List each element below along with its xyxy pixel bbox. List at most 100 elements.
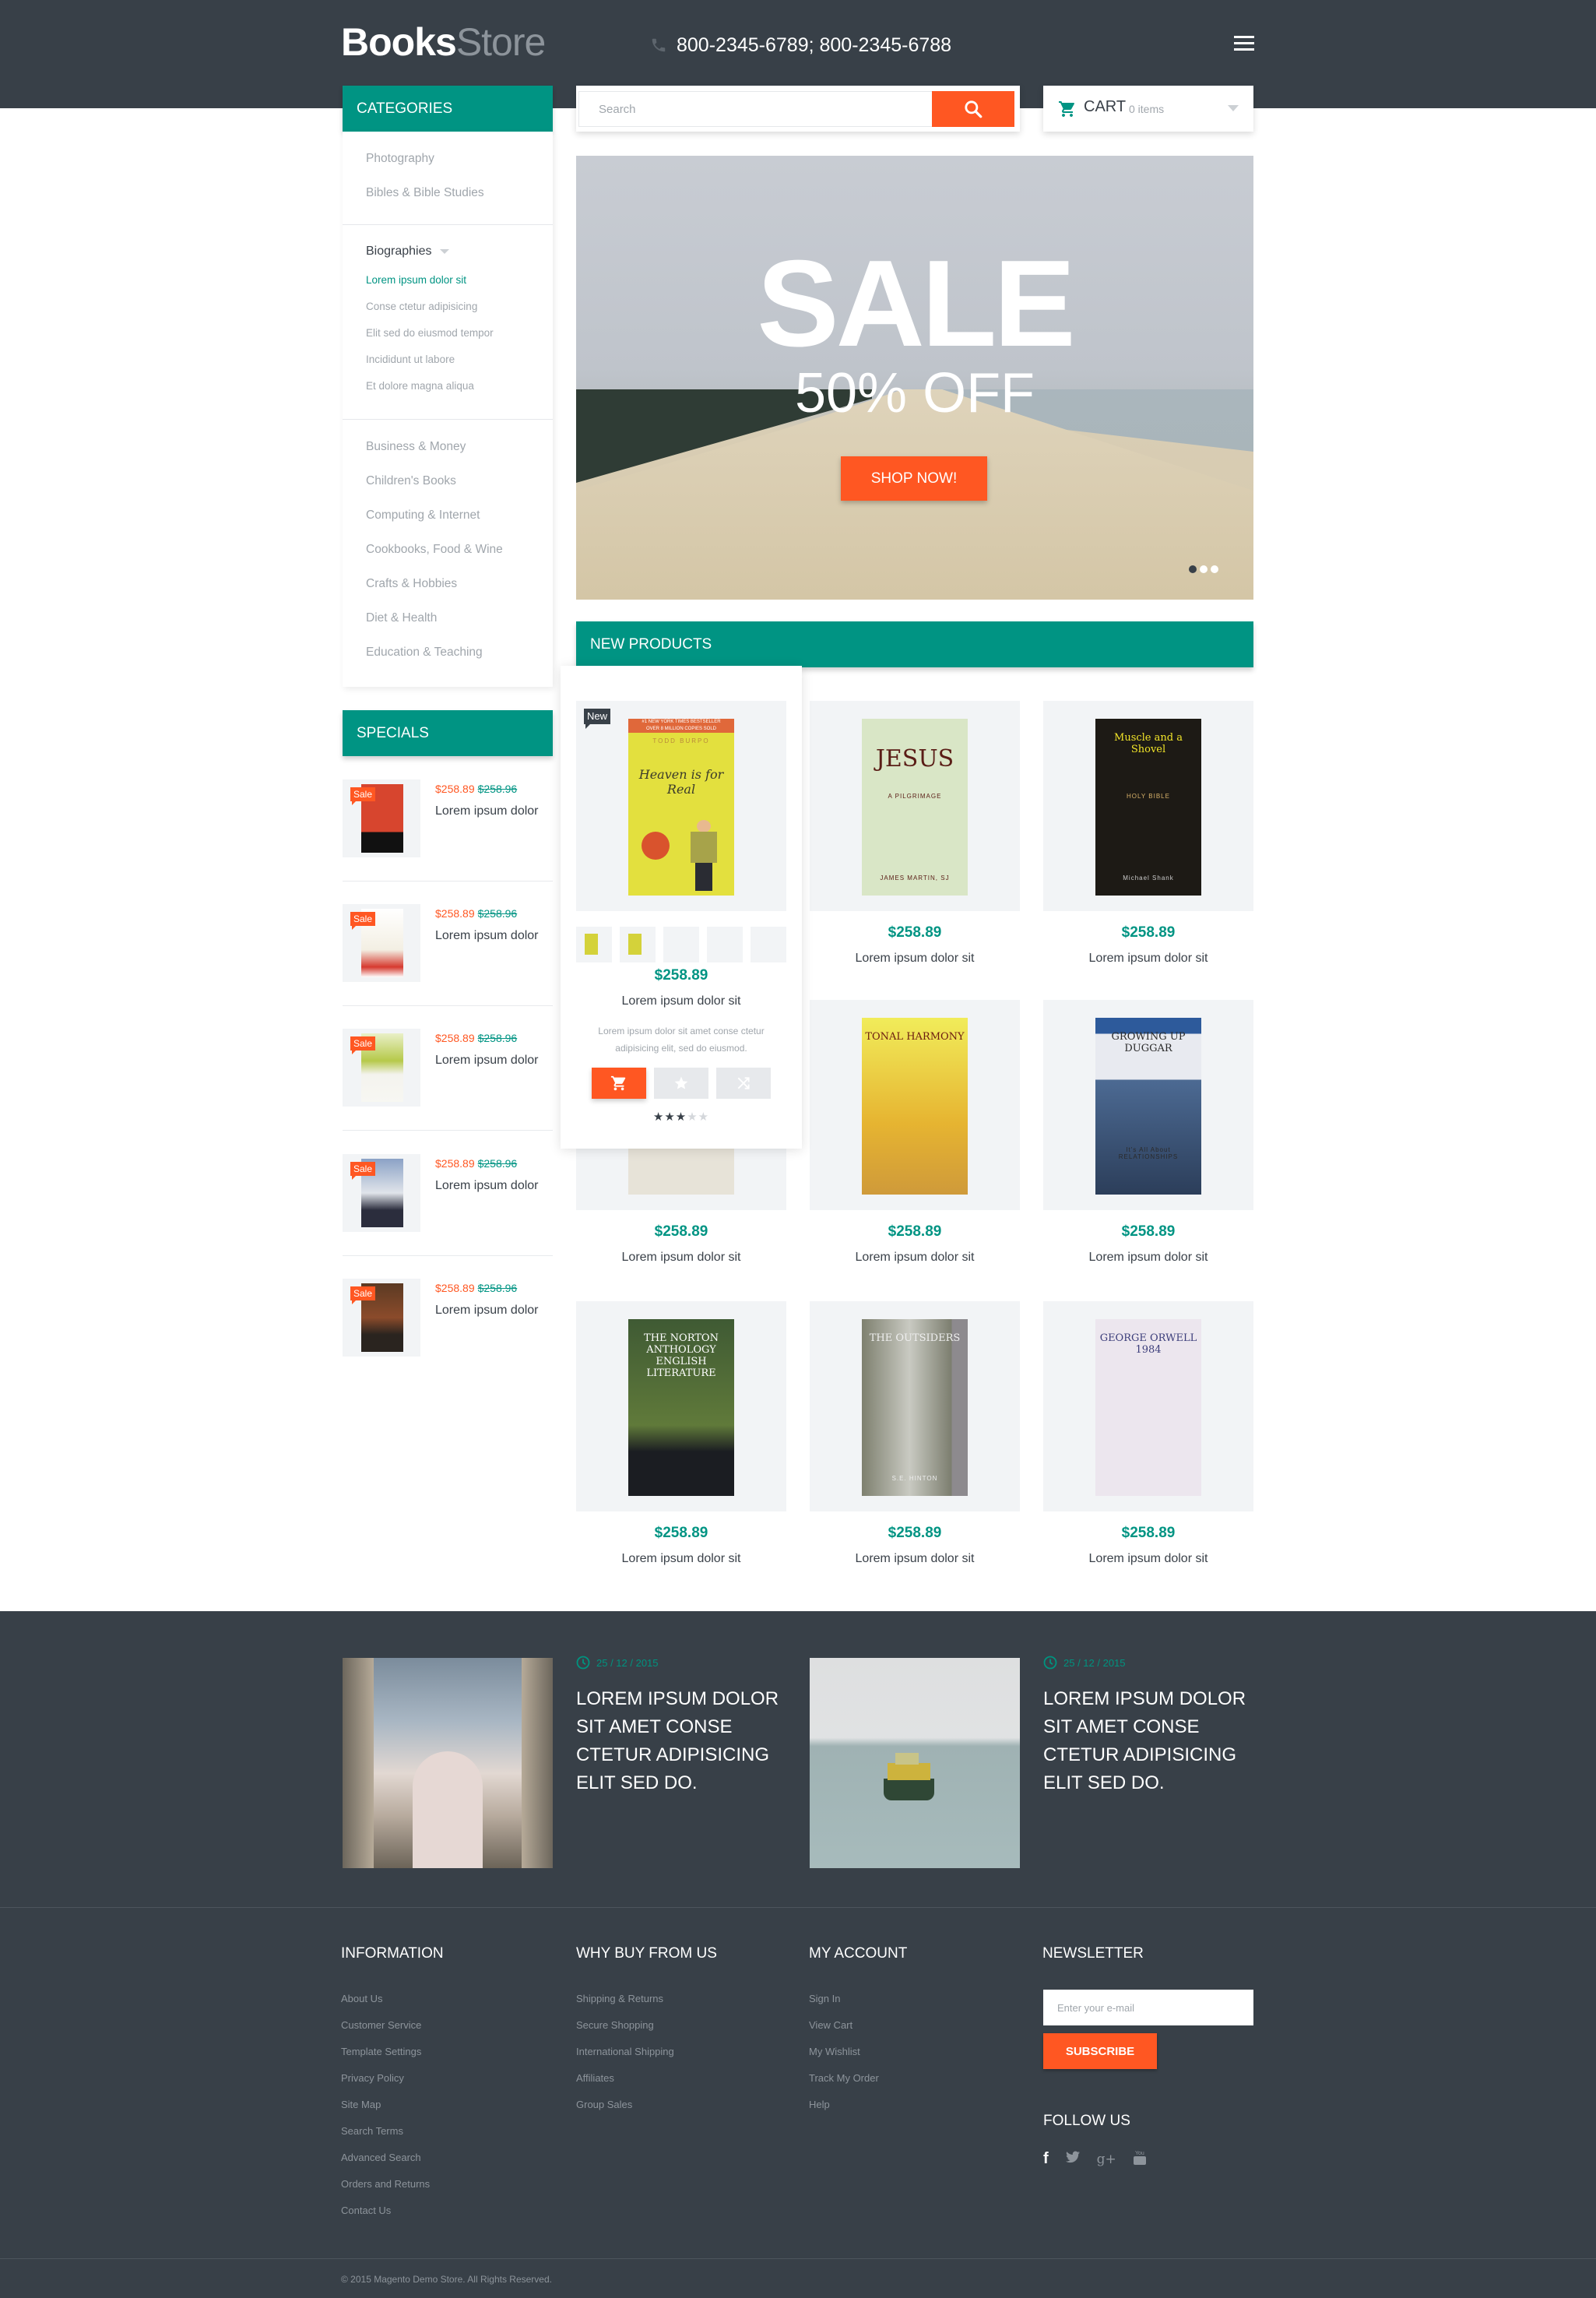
- footer-link[interactable]: Group Sales: [576, 2092, 717, 2118]
- footer-link[interactable]: Search Terms: [341, 2118, 444, 2145]
- product-card-expanded[interactable]: #1 NEW YORK TIMES BESTSELLER OVER 8 MILLI…: [561, 666, 802, 1149]
- product-image[interactable]: THE OUTSIDERS S.E. HINTON: [810, 1301, 1020, 1511]
- blog-title[interactable]: LOREM IPSUM DOLOR SIT AMET CONSE CTETUR …: [576, 1685, 786, 1797]
- thumbnail[interactable]: [576, 927, 612, 962]
- product-name[interactable]: Lorem ipsum dolor sit: [576, 994, 786, 1008]
- category-item[interactable]: Photography: [366, 152, 434, 166]
- footer-link[interactable]: About Us: [341, 1986, 444, 2012]
- special-item[interactable]: Sale $258.89 $258.96 Lorem ipsum dolor: [343, 779, 553, 857]
- category-item[interactable]: Computing & Internet: [366, 509, 480, 523]
- category-item[interactable]: Children's Books: [366, 474, 456, 488]
- product-image[interactable]: Muscle and a Shovel HOLY BIBLE Michael Sha…: [1043, 701, 1253, 911]
- product-image[interactable]: GEORGE ORWELL 1984: [1043, 1301, 1253, 1511]
- subcategory-item[interactable]: Incididunt ut labore: [366, 354, 455, 365]
- facebook-icon[interactable]: f: [1043, 2150, 1049, 2168]
- slider-dot[interactable]: [1189, 565, 1197, 573]
- footer-link[interactable]: Sign In: [809, 1986, 907, 2012]
- product-name[interactable]: Lorem ipsum dolor sit: [1043, 1552, 1253, 1566]
- thumbnail[interactable]: [751, 927, 786, 962]
- twitter-icon[interactable]: [1065, 2151, 1080, 2167]
- subcategory-item[interactable]: Et dolore magna aliqua: [366, 380, 474, 392]
- special-item[interactable]: Sale $258.89 $258.96 Lorem ipsum dolor: [343, 1029, 553, 1107]
- category-item[interactable]: Business & Money: [366, 440, 466, 454]
- hamburger-menu-icon[interactable]: [1234, 36, 1254, 53]
- category-item[interactable]: Cookbooks, Food & Wine: [366, 543, 503, 557]
- add-to-cart-button[interactable]: [592, 1068, 646, 1099]
- subcategory-item[interactable]: Elit sed do eiusmod tempor: [366, 327, 494, 339]
- product-name[interactable]: Lorem ipsum dolor sit: [810, 952, 1020, 966]
- special-name[interactable]: Lorem ipsum dolor: [435, 1179, 539, 1193]
- product-name[interactable]: Lorem ipsum dolor sit: [1043, 952, 1253, 966]
- special-name[interactable]: Lorem ipsum dolor: [435, 1304, 539, 1318]
- thumbnail[interactable]: [707, 927, 743, 962]
- product-image[interactable]: JESUS A PILGRIMAGE JAMES MARTIN, SJ: [810, 701, 1020, 911]
- youtube-icon[interactable]: You: [1133, 2149, 1146, 2169]
- product-name[interactable]: Lorem ipsum dolor sit: [810, 1552, 1020, 1566]
- newsletter-email-input[interactable]: [1043, 1990, 1253, 2025]
- thumbnail[interactable]: [620, 927, 656, 962]
- category-item[interactable]: Crafts & Hobbies: [366, 577, 457, 591]
- special-thumb[interactable]: Sale: [343, 779, 420, 857]
- product-name[interactable]: Lorem ipsum dolor sit: [576, 1251, 786, 1265]
- footer-link[interactable]: Shipping & Returns: [576, 1986, 717, 2012]
- special-thumb[interactable]: Sale: [343, 1154, 420, 1232]
- product-image[interactable]: #1 NEW YORK TIMES BESTSELLER OVER 8 MILLI…: [576, 701, 786, 911]
- product-name[interactable]: Lorem ipsum dolor sit: [1043, 1251, 1253, 1265]
- special-thumb[interactable]: Sale: [343, 1029, 420, 1107]
- shop-now-button[interactable]: SHOP NOW!: [841, 456, 987, 501]
- search-input[interactable]: [578, 91, 933, 127]
- search-button[interactable]: [932, 91, 1014, 127]
- footer-link[interactable]: Secure Shopping: [576, 2012, 717, 2039]
- slider-dot[interactable]: [1200, 565, 1208, 573]
- footer-link[interactable]: International Shipping: [576, 2039, 717, 2065]
- cart-dropdown[interactable]: CART 0 items: [1043, 86, 1253, 132]
- logo[interactable]: BooksStore: [341, 19, 546, 65]
- special-name[interactable]: Lorem ipsum dolor: [435, 1054, 539, 1068]
- star-empty-icon[interactable]: ★: [698, 1110, 709, 1124]
- special-name[interactable]: Lorem ipsum dolor: [435, 929, 539, 943]
- product-image[interactable]: THE NORTON ANTHOLOGY ENGLISH LITERATURE: [576, 1301, 786, 1511]
- footer-link[interactable]: Customer Service: [341, 2012, 444, 2039]
- hero-banner[interactable]: SALE 50% OFF SHOP NOW!: [576, 156, 1253, 600]
- special-name[interactable]: Lorem ipsum dolor: [435, 804, 539, 818]
- category-item[interactable]: Education & Teaching: [366, 646, 483, 660]
- category-item[interactable]: Bibles & Bible Studies: [366, 186, 484, 200]
- subcategory-item[interactable]: Conse ctetur adipisicing: [366, 301, 477, 312]
- star-empty-icon[interactable]: ★: [687, 1110, 698, 1124]
- special-thumb[interactable]: Sale: [343, 1279, 420, 1357]
- footer-link[interactable]: Contact Us: [341, 2198, 444, 2224]
- star-filled-icon[interactable]: ★: [653, 1110, 664, 1124]
- footer-link[interactable]: Advanced Search: [341, 2145, 444, 2171]
- footer-link[interactable]: View Cart: [809, 2012, 907, 2039]
- add-to-compare-button[interactable]: [716, 1068, 771, 1099]
- footer-link[interactable]: Template Settings: [341, 2039, 444, 2065]
- product-name[interactable]: Lorem ipsum dolor sit: [576, 1552, 786, 1566]
- special-thumb[interactable]: Sale: [343, 904, 420, 982]
- subscribe-button[interactable]: SUBSCRIBE: [1043, 2033, 1157, 2069]
- footer-link[interactable]: Orders and Returns: [341, 2171, 444, 2198]
- footer-link[interactable]: Affiliates: [576, 2065, 717, 2092]
- blog-image[interactable]: [343, 1658, 553, 1868]
- footer-link[interactable]: My Wishlist: [809, 2039, 907, 2065]
- slider-dot[interactable]: [1211, 565, 1218, 573]
- special-item[interactable]: Sale $258.89 $258.96 Lorem ipsum dolor: [343, 1279, 553, 1357]
- star-filled-icon[interactable]: ★: [664, 1110, 675, 1124]
- special-item[interactable]: Sale $258.89 $258.96 Lorem ipsum dolor: [343, 1154, 553, 1232]
- footer-link[interactable]: Track My Order: [809, 2065, 907, 2092]
- product-name[interactable]: Lorem ipsum dolor sit: [810, 1251, 1020, 1265]
- footer-link[interactable]: Site Map: [341, 2092, 444, 2118]
- category-biographies[interactable]: Biographies: [366, 245, 449, 259]
- google-plus-icon[interactable]: g+: [1097, 2152, 1116, 2167]
- blog-image[interactable]: [810, 1658, 1020, 1868]
- footer-link[interactable]: Privacy Policy: [341, 2065, 444, 2092]
- star-filled-icon[interactable]: ★: [676, 1110, 687, 1124]
- product-image[interactable]: GROWING UP DUGGAR It's All About RELATION…: [1043, 1000, 1253, 1210]
- footer-link[interactable]: Help: [809, 2092, 907, 2118]
- category-item[interactable]: Diet & Health: [366, 611, 437, 625]
- add-to-wishlist-button[interactable]: [654, 1068, 708, 1099]
- product-image[interactable]: TONAL HARMONY: [810, 1000, 1020, 1210]
- subcategory-item[interactable]: Lorem ipsum dolor sit: [366, 274, 466, 286]
- blog-title[interactable]: LOREM IPSUM DOLOR SIT AMET CONSE CTETUR …: [1043, 1685, 1253, 1797]
- thumbnail[interactable]: [663, 927, 699, 962]
- special-item[interactable]: Sale $258.89 $258.96 Lorem ipsum dolor: [343, 904, 553, 982]
